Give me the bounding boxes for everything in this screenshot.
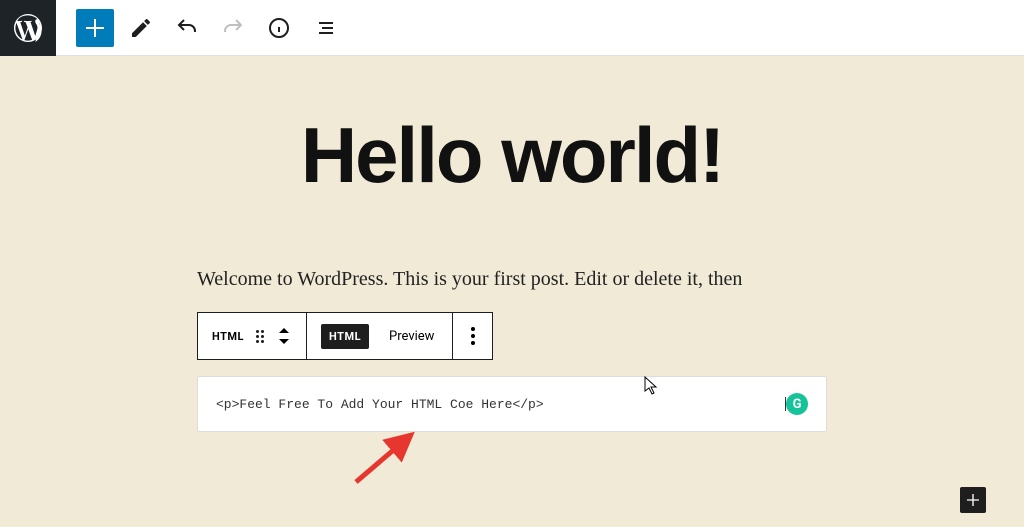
custom-html-block[interactable]: <p>Feel Free To Add Your HTML Coe Here</…: [197, 376, 827, 432]
redo-button[interactable]: [214, 9, 252, 47]
wordpress-icon: [14, 14, 42, 42]
editor-content: Hello world! Welcome to WordPress. This …: [0, 56, 1024, 452]
plus-icon: [83, 16, 107, 40]
chevron-down-icon: [276, 336, 292, 346]
tools-button[interactable]: [122, 9, 160, 47]
plus-icon: [965, 492, 981, 508]
preview-mode-button[interactable]: Preview: [377, 313, 446, 359]
block-toolbar: HTML HTML Preview: [197, 312, 493, 360]
pencil-icon: [129, 16, 153, 40]
more-options-button[interactable]: [459, 313, 487, 359]
info-button[interactable]: [260, 9, 298, 47]
undo-button[interactable]: [168, 9, 206, 47]
editor-toolbar: [0, 0, 1024, 56]
chevron-up-icon: [276, 326, 292, 336]
block-type-label: HTML: [212, 330, 244, 343]
more-vertical-icon: [471, 327, 475, 345]
floating-add-block-button[interactable]: [960, 487, 986, 513]
drag-handle[interactable]: [252, 313, 268, 359]
html-mode-button[interactable]: HTML: [313, 313, 377, 359]
redo-icon: [221, 16, 245, 40]
info-icon: [267, 16, 291, 40]
outline-icon: [313, 16, 337, 40]
html-code-input[interactable]: <p>Feel Free To Add Your HTML Coe Here</…: [216, 397, 786, 412]
grammarly-badge[interactable]: G: [786, 393, 808, 415]
wordpress-logo[interactable]: [0, 0, 56, 56]
add-block-button[interactable]: [76, 9, 114, 47]
post-title[interactable]: Hello world!: [301, 116, 723, 194]
block-type-button[interactable]: HTML: [204, 313, 252, 359]
post-paragraph[interactable]: Welcome to WordPress. This is your first…: [197, 264, 827, 294]
block-movers[interactable]: [268, 313, 300, 359]
list-view-button[interactable]: [306, 9, 344, 47]
undo-icon: [175, 16, 199, 40]
